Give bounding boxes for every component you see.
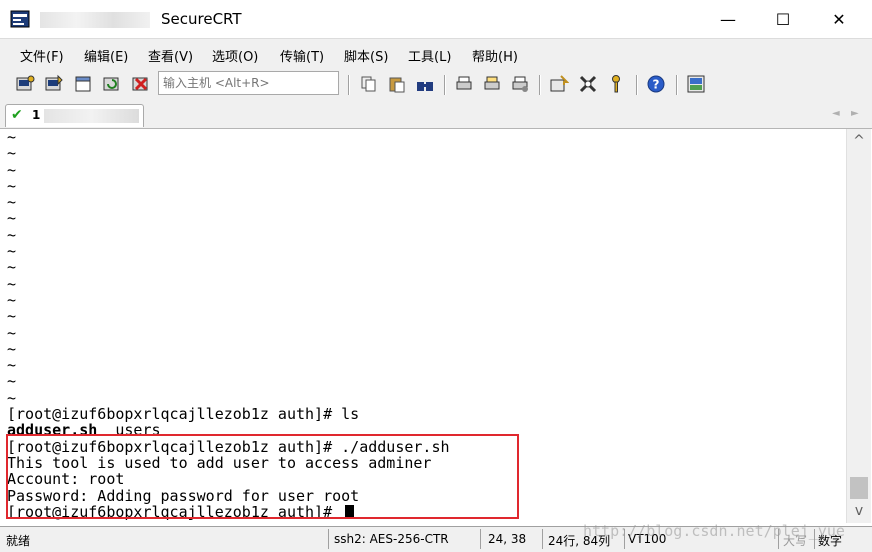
redacted-session-name: [40, 12, 150, 28]
tab-scroll-left-icon[interactable]: ◄: [832, 108, 840, 119]
close-button[interactable]: ✕: [816, 0, 862, 38]
tab-label: 1: [32, 108, 41, 122]
host-input[interactable]: [158, 71, 339, 95]
title-bar: SecureCRT — ☐ ✕: [0, 0, 872, 38]
menu-options[interactable]: 选项(O): [212, 46, 258, 65]
find-icon[interactable]: [414, 73, 436, 95]
session-tab[interactable]: ✔ 1: [5, 104, 144, 127]
status-cipher: ssh2: AES-256-CTR: [334, 532, 449, 546]
menu-edit[interactable]: 编辑(E): [84, 46, 128, 65]
menu-tools[interactable]: 工具(L): [408, 46, 451, 65]
key-icon[interactable]: [605, 73, 627, 95]
toolbar-separator: [444, 75, 446, 95]
securecrt-app-icon: [10, 10, 30, 28]
terminal-tilde-line: ~: [7, 225, 17, 244]
watermark-text: http://blog.csdn.net/plej_yue: [583, 522, 845, 540]
maximize-button[interactable]: ☐: [760, 0, 806, 38]
terminal-tilde-line: ~: [7, 323, 17, 342]
scroll-down-icon[interactable]: v: [847, 501, 871, 521]
terminal-tilde-line: ~: [7, 176, 17, 195]
check-icon: ✔: [11, 107, 23, 123]
menu-help[interactable]: 帮助(H): [472, 46, 518, 65]
tilde-lines: ~ ~ ~ ~ ~ ~ ~ ~ ~ ~ ~ ~ ~ ~ ~ ~ ~: [3, 129, 846, 406]
terminal-tilde-line: ~: [7, 209, 17, 228]
connect-in-tab-icon[interactable]: [72, 73, 94, 95]
sftp-icon[interactable]: [685, 73, 707, 95]
toolbar-separator: [676, 75, 678, 95]
status-divider: [328, 529, 329, 549]
terminal-line-ls-command: [root@izuf6bopxrlqcajllezob1z auth]# ls: [7, 405, 360, 424]
status-cursor-position: 24, 38: [488, 532, 527, 546]
minimize-button[interactable]: —: [705, 0, 751, 38]
copy-icon[interactable]: [358, 73, 380, 95]
status-divider: [542, 529, 543, 549]
quick-connect-icon[interactable]: [43, 73, 65, 95]
menu-view[interactable]: 查看(V): [148, 46, 193, 65]
toolbar: ?: [0, 68, 872, 166]
redacted-tab-name: [44, 109, 139, 123]
menu-script[interactable]: 脚本(S): [344, 46, 388, 65]
help-icon[interactable]: ?: [645, 73, 667, 95]
terminal-tilde-line: ~: [7, 193, 17, 212]
svg-text:?: ?: [653, 78, 660, 92]
print-icon[interactable]: [453, 73, 475, 95]
print-setup-icon[interactable]: [509, 73, 531, 95]
disconnect-icon[interactable]: [130, 73, 152, 95]
terminal-tilde-line: ~: [7, 274, 17, 293]
global-options-icon[interactable]: [577, 73, 599, 95]
terminal-tilde-line: ~: [7, 339, 17, 358]
reconnect-icon[interactable]: [101, 73, 123, 95]
paste-icon[interactable]: [386, 73, 408, 95]
terminal-tilde-line: ~: [7, 290, 17, 309]
status-ready: 就绪: [6, 534, 31, 548]
red-highlight-box: [6, 434, 519, 519]
terminal-tilde-line: ~: [7, 242, 17, 261]
terminal-tilde-line: ~: [7, 388, 17, 407]
terminal-tilde-line: ~: [7, 258, 17, 277]
toolbar-separator: [348, 75, 350, 95]
terminal-tilde-line: ~: [7, 372, 17, 391]
terminal-tilde-line: ~: [7, 160, 17, 179]
menu-bar: 文件(F) 编辑(E) 查看(V) 选项(O) 传输(T) 脚本(S) 工具(L…: [0, 38, 872, 69]
tab-scroll-right-icon[interactable]: ►: [851, 108, 859, 119]
terminal-tilde-line: ~: [7, 144, 17, 163]
terminal-tilde-line: ~: [7, 129, 17, 146]
menu-transfer[interactable]: 传输(T): [280, 46, 324, 65]
print-selection-icon[interactable]: [481, 73, 503, 95]
scrollbar-thumb[interactable]: [850, 477, 868, 499]
terminal-tilde-line: ~: [7, 356, 17, 375]
session-options-icon[interactable]: [548, 73, 570, 95]
connect-icon[interactable]: [14, 73, 36, 95]
status-divider: [480, 529, 481, 549]
window-title: SecureCRT: [161, 10, 242, 28]
toolbar-separator: [539, 75, 541, 95]
menu-file[interactable]: 文件(F): [20, 46, 64, 65]
terminal-tilde-line: ~: [7, 307, 17, 326]
vertical-scrollbar[interactable]: ^ v: [846, 129, 871, 523]
scroll-up-icon[interactable]: ^: [847, 131, 871, 151]
toolbar-separator: [636, 75, 638, 95]
